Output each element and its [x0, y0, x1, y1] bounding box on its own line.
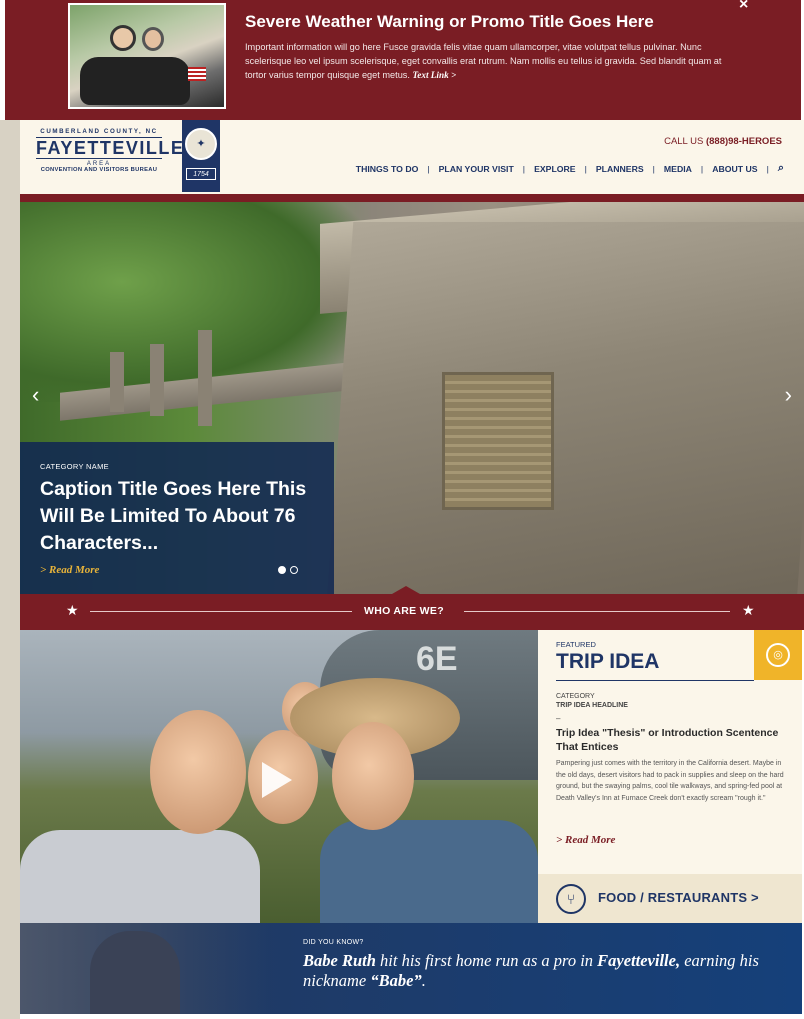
call-us[interactable]: CALL US (888)98-HEROES: [664, 136, 782, 147]
left-strip: [0, 120, 20, 1019]
compass-icon: ◎: [766, 643, 790, 667]
header-divider: [20, 194, 804, 202]
slide-dot[interactable]: [290, 566, 298, 574]
trip-dash: –: [556, 714, 561, 723]
slide-dot[interactable]: [278, 566, 286, 574]
rail-post: [110, 352, 124, 412]
trip-category-label: CATEGORY: [556, 693, 595, 700]
trip-body: Pampering just comes with the territory …: [556, 760, 784, 802]
trip-rule: [556, 680, 754, 681]
baseball-player-shape: [90, 931, 180, 1014]
food-restaurants-label: FOOD / RESTAURANTS >: [598, 890, 759, 905]
est-badge: ✦ 1754: [182, 120, 220, 192]
person-jacket: [320, 820, 538, 923]
passenger-helmet: [142, 27, 164, 51]
dyk-nickname: “Babe”: [370, 971, 422, 990]
nav-planners[interactable]: PLANNERS: [596, 164, 644, 174]
badge-year: 1754: [186, 168, 216, 180]
rider-helmet: [110, 25, 136, 51]
rail-post: [150, 344, 164, 416]
trip-thesis: Trip Idea "Thesis" or Introduction Scent…: [556, 727, 779, 753]
dyk-fact: Babe Ruth hit his first home run as a pr…: [303, 951, 793, 991]
flag-icon: [188, 67, 206, 81]
nav-things-to-do[interactable]: THINGS TO DO: [356, 164, 419, 174]
logo-bureau: CONVENTION AND VISITORS BUREAU: [40, 167, 158, 173]
plane-marking: 6E: [416, 640, 458, 678]
main-nav: THINGS TO DO | PLAN YOUR VISIT | EXPLORE…: [356, 162, 784, 175]
logo-city: FAYETTEVILLE: [36, 137, 185, 159]
site-header: CUMBERLAND COUNTY, NC FAYETTEVILLE AREA …: [20, 120, 804, 194]
who-are-we-label[interactable]: WHO ARE WE?: [364, 605, 444, 617]
bar-notch: [392, 586, 420, 594]
hero-title: Caption Title Goes Here This Will Be Lim…: [40, 478, 307, 554]
bar-rule: [90, 611, 352, 612]
bar-rule: [464, 611, 730, 612]
hero-read-more[interactable]: > Read More: [40, 564, 99, 576]
dyk-city: Fayetteville,: [597, 951, 681, 970]
prev-arrow-icon[interactable]: ‹: [32, 382, 39, 408]
dyk-label: DID YOU KNOW?: [303, 939, 364, 946]
play-icon[interactable]: [262, 762, 292, 798]
close-icon[interactable]: ×: [739, 0, 748, 14]
nav-separator: |: [584, 163, 587, 174]
slide-dots: [278, 566, 298, 574]
food-restaurants-link[interactable]: ⑂ FOOD / RESTAURANTS >: [538, 874, 802, 923]
trip-icon-box: ◎: [754, 630, 802, 680]
rail-post: [198, 330, 212, 426]
hero-caption: CATEGORY NAME Caption Title Goes Here Th…: [20, 442, 334, 594]
hero-category: CATEGORY NAME: [40, 462, 109, 471]
trip-headline: TRIP IDEA HEADLINE: [556, 702, 628, 709]
star-icon: ★: [742, 602, 755, 618]
nav-separator: |: [427, 163, 430, 174]
who-are-we-bar: ★ WHO ARE WE? ★: [20, 586, 804, 630]
person-face: [332, 722, 414, 830]
badge-seal: ✦: [185, 128, 217, 160]
trip-read-more[interactable]: > Read More: [556, 834, 615, 846]
motorcycle-photo: [68, 3, 226, 109]
nav-media[interactable]: MEDIA: [664, 164, 692, 174]
alert-body: Important information will go here Fusce…: [245, 40, 745, 82]
alert-text: Important information will go here Fusce…: [245, 42, 722, 80]
trip-title: TRIP IDEA: [556, 650, 660, 673]
nav-separator: |: [700, 163, 704, 174]
person-face: [150, 710, 246, 834]
search-icon[interactable]: ⌕: [778, 162, 784, 175]
hero-slider: ‹ › CATEGORY NAME Caption Title Goes Her…: [20, 202, 804, 594]
badge-glyph-icon: ✦: [196, 138, 206, 150]
person-shirt: [20, 830, 260, 923]
nav-explore[interactable]: EXPLORE: [534, 164, 576, 174]
did-you-know-banner: DID YOU KNOW? Babe Ruth hit his first ho…: [20, 923, 802, 1014]
alert-banner: Severe Weather Warning or Promo Title Go…: [5, 0, 801, 120]
video-thumbnail[interactable]: 6E: [20, 630, 538, 923]
logo-county: CUMBERLAND COUNTY, NC: [40, 128, 158, 135]
fork-icon: ⑂: [556, 884, 586, 914]
nav-separator: |: [522, 163, 526, 174]
nav-separator: |: [652, 163, 655, 174]
trip-idea-panel: FEATURED TRIP IDEA ◎ CATEGORY TRIP IDEA …: [538, 630, 802, 874]
call-prefix: CALL US: [664, 136, 704, 147]
bronze-plaque: [442, 372, 554, 510]
star-icon: ★: [66, 602, 79, 618]
dyk-end: .: [421, 971, 426, 990]
call-number: (888)98-HEROES: [705, 136, 782, 147]
motorcycle-shape: [80, 57, 190, 105]
site-logo[interactable]: CUMBERLAND COUNTY, NC FAYETTEVILLE AREA …: [36, 128, 185, 184]
page: Severe Weather Warning or Promo Title Go…: [0, 0, 804, 1019]
trip-featured-label: FEATURED: [556, 640, 596, 649]
trip-category: CATEGORY TRIP IDEA HEADLINE: [556, 692, 628, 710]
dyk-name: Babe Ruth: [303, 951, 376, 970]
alert-title: Severe Weather Warning or Promo Title Go…: [245, 12, 654, 31]
nav-plan-your-visit[interactable]: PLAN YOUR VISIT: [439, 164, 514, 174]
next-arrow-icon[interactable]: ›: [785, 382, 792, 408]
nav-about-us[interactable]: ABOUT US: [712, 164, 757, 174]
alert-text-link[interactable]: Text Link >: [413, 70, 457, 80]
dyk-text-1: hit his first home run as a pro in: [375, 951, 598, 970]
nav-separator: |: [766, 163, 769, 174]
stone-pillar: [326, 222, 804, 594]
